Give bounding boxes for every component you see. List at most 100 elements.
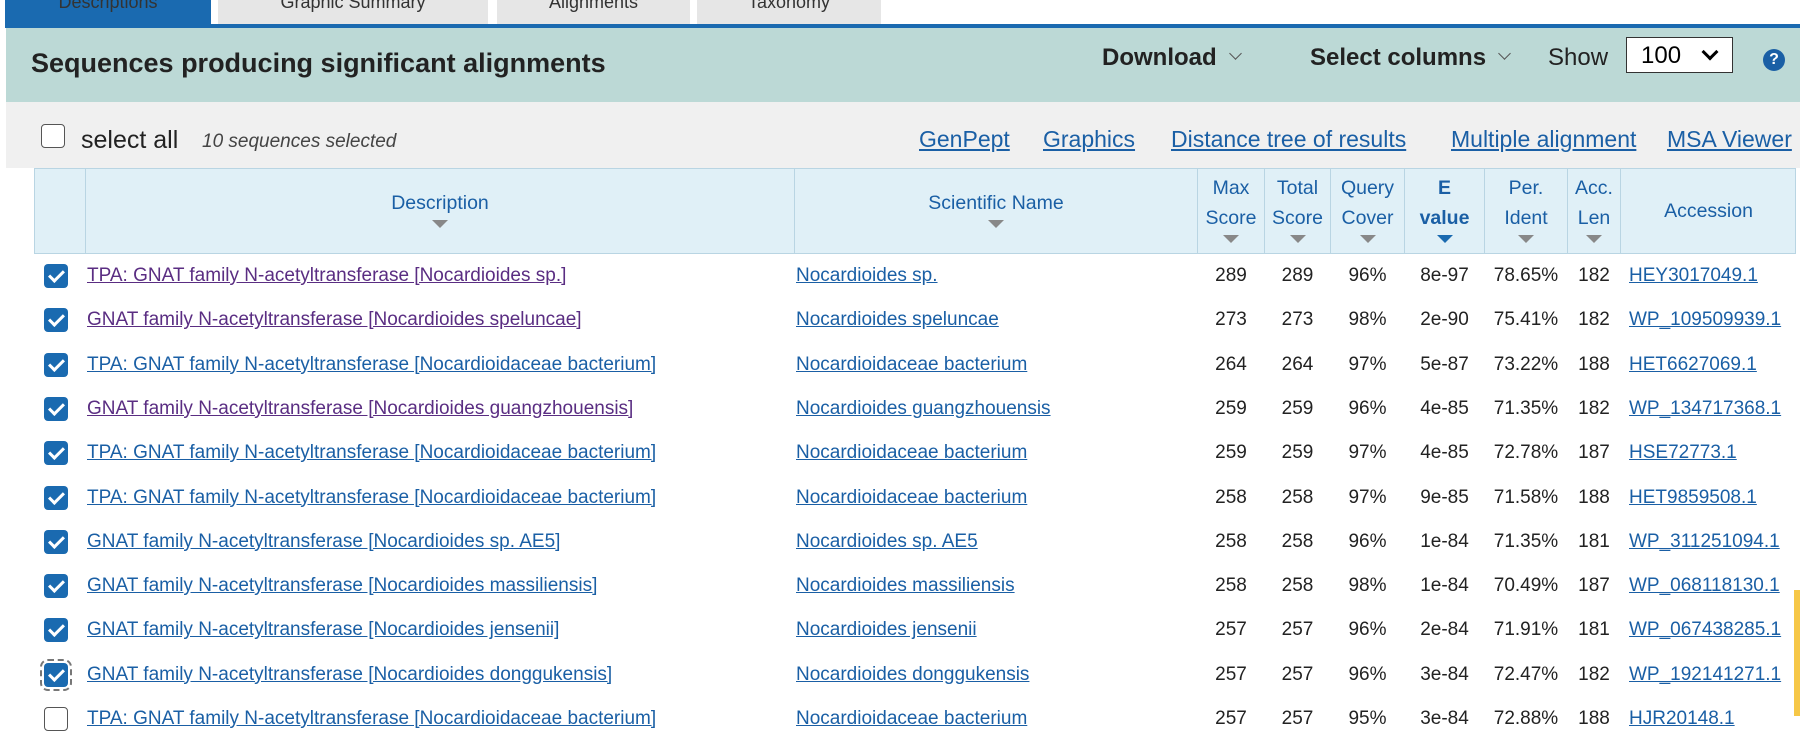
multiple-alignment-link[interactable]: Multiple alignment bbox=[1451, 126, 1636, 153]
e-value-cell: 5e-87 bbox=[1420, 353, 1469, 375]
scientific-name-link[interactable]: Nocardioides massiliensis bbox=[796, 564, 1196, 608]
description-link[interactable]: TPA: GNAT family N-acetyltransferase [No… bbox=[87, 343, 787, 387]
table-row: GNAT family N-acetyltransferase [Nocardi… bbox=[34, 298, 1800, 342]
scientific-name-link[interactable]: Nocardioides guangzhouensis bbox=[796, 387, 1196, 431]
row-checkbox[interactable] bbox=[44, 574, 68, 599]
accession-link[interactable]: HET6627069.1 bbox=[1629, 343, 1800, 387]
accession-link[interactable]: WP_192141271.1 bbox=[1629, 653, 1800, 697]
scientific-name-link[interactable]: Nocardioides sp. AE5 bbox=[796, 520, 1196, 564]
scientific-name-link[interactable]: Nocardioides sp. bbox=[796, 254, 1196, 298]
distance-tree-link[interactable]: Distance tree of results bbox=[1171, 126, 1406, 153]
acc-len-cell: 182 bbox=[1578, 397, 1610, 419]
query-cover-cell: 96% bbox=[1348, 397, 1387, 419]
select-columns-dropdown[interactable]: Select columns bbox=[1310, 44, 1511, 72]
scientific-name-link[interactable]: Nocardioides donggukensis bbox=[796, 653, 1196, 697]
description-link[interactable]: GNAT family N-acetyltransferase [Nocardi… bbox=[87, 564, 787, 608]
select-all-checkbox[interactable] bbox=[41, 124, 65, 148]
description-link[interactable]: TPA: GNAT family N-acetyltransferase [No… bbox=[87, 697, 787, 741]
column-header-description[interactable]: Description bbox=[86, 188, 794, 228]
chevron-down-icon bbox=[1228, 47, 1242, 60]
tab-alignments[interactable]: Alignments bbox=[497, 0, 690, 24]
description-link[interactable]: GNAT family N-acetyltransferase [Nocardi… bbox=[87, 608, 787, 652]
e-value-cell: 3e-84 bbox=[1420, 663, 1469, 685]
column-header-max-score[interactable]: Max Score bbox=[1198, 173, 1264, 243]
scientific-name-link[interactable]: Nocardioidaceae bacterium bbox=[796, 343, 1196, 387]
max-score-cell: 264 bbox=[1215, 353, 1247, 375]
row-checkbox[interactable] bbox=[44, 485, 68, 510]
column-header-acc-len[interactable]: Acc. Len bbox=[1568, 173, 1620, 243]
description-link[interactable]: GNAT family N-acetyltransferase [Nocardi… bbox=[87, 298, 787, 342]
show-count-select[interactable]: 100 bbox=[1626, 37, 1733, 73]
row-checkbox[interactable] bbox=[44, 529, 68, 554]
e-value-cell: 9e-85 bbox=[1420, 486, 1469, 508]
scientific-name-link[interactable]: Nocardioidaceae bacterium bbox=[796, 697, 1196, 741]
row-checkbox[interactable] bbox=[44, 396, 68, 421]
row-checkbox[interactable] bbox=[44, 618, 68, 643]
total-score-cell: 259 bbox=[1281, 397, 1314, 419]
description-link[interactable]: GNAT family N-acetyltransferase [Nocardi… bbox=[87, 520, 787, 564]
per-ident-cell: 72.78% bbox=[1493, 442, 1559, 464]
total-score-cell: 289 bbox=[1281, 265, 1314, 286]
accession-link[interactable]: HJR20148.1 bbox=[1629, 697, 1800, 741]
row-checkbox[interactable] bbox=[44, 707, 68, 731]
max-score-cell: 259 bbox=[1215, 442, 1247, 464]
scientific-name-link[interactable]: Nocardioides jensenii bbox=[796, 608, 1196, 652]
accession-link[interactable]: WP_068118130.1 bbox=[1629, 564, 1800, 608]
description-link[interactable]: GNAT family N-acetyltransferase [Nocardi… bbox=[87, 387, 787, 431]
selected-count: 10 sequences selected bbox=[202, 131, 397, 152]
column-header-e-value[interactable]: Evalue bbox=[1405, 173, 1484, 243]
accession-link[interactable]: WP_067438285.1 bbox=[1629, 608, 1800, 652]
column-header-per-ident[interactable]: Per. Ident bbox=[1485, 173, 1567, 243]
accession-link[interactable]: WP_109509939.1 bbox=[1629, 298, 1800, 342]
download-dropdown[interactable]: Download bbox=[1102, 44, 1242, 72]
e-value-cell: 4e-85 bbox=[1420, 397, 1469, 419]
column-header-label: Score bbox=[1205, 207, 1257, 229]
per-ident-cell: 70.49% bbox=[1493, 575, 1559, 597]
column-header-total-score[interactable]: Total Score bbox=[1265, 173, 1330, 243]
description-link[interactable]: TPA: GNAT family N-acetyltransferase [No… bbox=[87, 254, 787, 298]
column-header-label: Total bbox=[1276, 177, 1319, 199]
column-header-query-cover[interactable]: Query Cover bbox=[1331, 173, 1404, 243]
tab-taxonomy[interactable]: Taxonomy bbox=[697, 0, 881, 24]
scientific-name-link[interactable]: Nocardioidaceae bacterium bbox=[796, 431, 1196, 475]
tab-descriptions[interactable]: Descriptions bbox=[5, 0, 211, 24]
accession-link[interactable]: WP_134717368.1 bbox=[1629, 387, 1800, 431]
per-ident-cell: 73.22% bbox=[1493, 353, 1559, 375]
genpept-link[interactable]: GenPept bbox=[919, 126, 1010, 153]
row-checkbox[interactable] bbox=[44, 308, 68, 333]
msa-viewer-link[interactable]: MSA Viewer bbox=[1667, 126, 1792, 153]
tab-graphic-summary[interactable]: Graphic Summary bbox=[218, 0, 488, 24]
help-icon[interactable]: ? bbox=[1763, 49, 1785, 71]
row-checkbox[interactable] bbox=[44, 352, 68, 377]
max-score-cell: 259 bbox=[1215, 397, 1247, 419]
column-header-label: E bbox=[1437, 177, 1451, 199]
column-header-scientific-name[interactable]: Scientific Name bbox=[795, 188, 1197, 228]
per-ident-cell: 71.35% bbox=[1493, 397, 1559, 419]
max-score-cell: 258 bbox=[1215, 575, 1247, 597]
table-row: GNAT family N-acetyltransferase [Nocardi… bbox=[34, 653, 1800, 697]
per-ident-cell: 72.47% bbox=[1493, 663, 1559, 685]
graphics-link[interactable]: Graphics bbox=[1043, 126, 1135, 153]
chevron-down-icon bbox=[1498, 47, 1511, 60]
accession-link[interactable]: HET9859508.1 bbox=[1629, 476, 1800, 520]
scientific-name-link[interactable]: Nocardioides speluncae bbox=[796, 298, 1196, 342]
row-checkbox[interactable] bbox=[44, 264, 68, 288]
accession-link[interactable]: HSE72773.1 bbox=[1629, 431, 1800, 475]
select-all-label[interactable]: select all bbox=[81, 126, 178, 155]
feedback-tab[interactable] bbox=[1794, 590, 1800, 716]
row-checkbox[interactable] bbox=[44, 441, 68, 466]
description-link[interactable]: TPA: GNAT family N-acetyltransferase [No… bbox=[87, 476, 787, 520]
accession-link[interactable]: HEY3017049.1 bbox=[1629, 254, 1800, 298]
total-score-cell: 257 bbox=[1281, 708, 1314, 729]
e-value-cell: 2e-84 bbox=[1420, 619, 1469, 641]
description-link[interactable]: GNAT family N-acetyltransferase [Nocardi… bbox=[87, 653, 787, 697]
column-header-accession[interactable]: Accession bbox=[1621, 196, 1796, 226]
sort-arrow-icon bbox=[988, 220, 1004, 228]
e-value-cell: 4e-85 bbox=[1420, 442, 1469, 464]
row-checkbox[interactable] bbox=[40, 658, 72, 691]
accession-link[interactable]: WP_311251094.1 bbox=[1629, 520, 1800, 564]
description-link[interactable]: TPA: GNAT family N-acetyltransferase [No… bbox=[87, 431, 787, 475]
column-header-label: Description bbox=[391, 192, 489, 214]
show-count-value: 100 bbox=[1641, 42, 1682, 69]
scientific-name-link[interactable]: Nocardioidaceae bacterium bbox=[796, 476, 1196, 520]
